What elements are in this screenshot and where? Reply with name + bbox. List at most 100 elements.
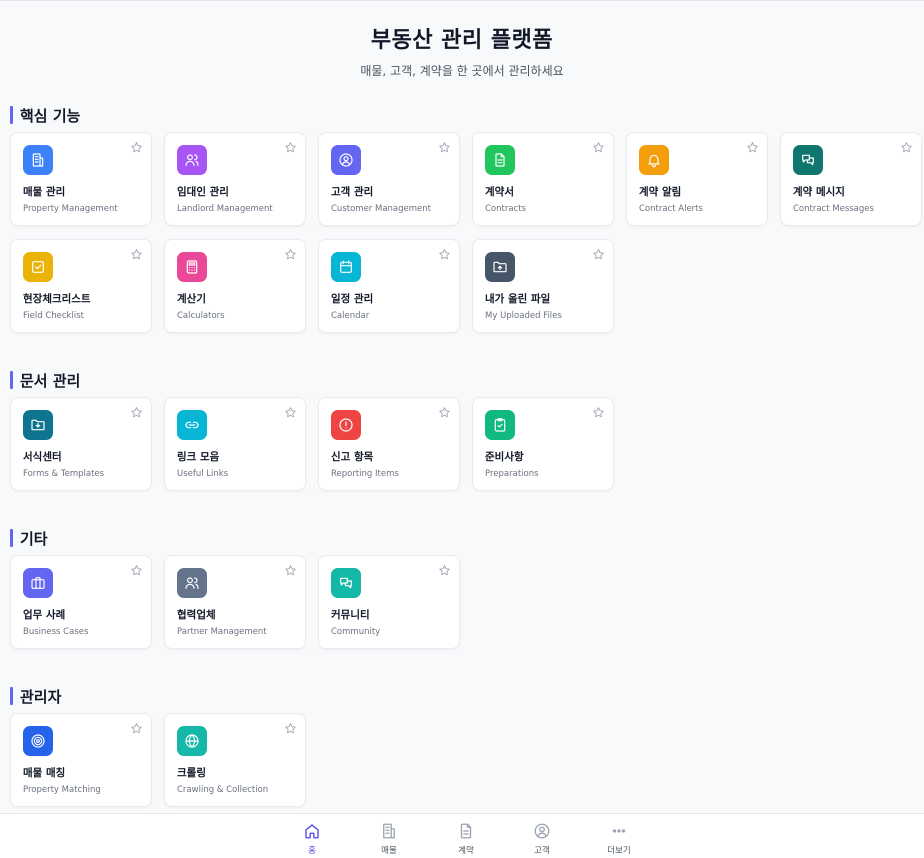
card-label: 고객 관리 — [331, 186, 374, 198]
card-grid: 업무 사례 Business Cases 협력업체 Partner Managemen… — [10, 555, 922, 649]
feature-card[interactable]: 계약 메시지 Contract Messages — [780, 132, 922, 226]
card-english-label: Reporting Items — [331, 469, 399, 479]
section-header: 기타 — [10, 529, 48, 548]
bottom-navigation: 홈 매물 계약 고객 더보기 — [0, 813, 924, 858]
section-accent-bar — [10, 371, 13, 389]
feature-card[interactable]: 임대인 관리 Landlord Management — [164, 132, 306, 226]
card-english-label: Contracts — [485, 204, 526, 214]
card-english-label: Forms & Templates — [23, 469, 105, 479]
feature-card[interactable]: 크롤링 Crawling & Collection — [164, 713, 306, 807]
card-label: 계산기 — [177, 293, 206, 305]
favorite-star-icon[interactable] — [592, 139, 605, 153]
nav-item-document[interactable]: 계약 — [441, 822, 491, 856]
card-label: 내가 올린 파일 — [485, 293, 551, 305]
section-title: 문서 관리 — [20, 371, 81, 390]
feature-card[interactable]: 매물 관리 Property Management — [10, 132, 152, 226]
favorite-star-icon[interactable] — [130, 562, 143, 576]
top-divider — [0, 0, 924, 1]
calendar-icon — [331, 252, 361, 282]
section-4: 관리자매물 매칭 Property Matching 크롤링 Crawling & C… — [10, 687, 306, 807]
feature-card[interactable]: 협력업체 Partner Management — [164, 555, 306, 649]
page-subtitle: 매물, 고객, 계약을 한 곳에서 관리하세요 — [360, 64, 564, 78]
card-label: 준비사항 — [485, 451, 524, 463]
nav-label: 매물 — [381, 846, 397, 856]
feature-card[interactable]: 고객 관리 Customer Management — [318, 132, 460, 226]
feature-card[interactable]: 신고 항목 Reporting Items — [318, 397, 460, 491]
section-title: 기타 — [20, 529, 48, 548]
card-label: 신고 항목 — [331, 451, 374, 463]
favorite-star-icon[interactable] — [438, 404, 451, 418]
feature-card[interactable]: 계약 알림 Contract Alerts — [626, 132, 768, 226]
card-label: 업무 사례 — [23, 609, 66, 621]
favorite-star-icon[interactable] — [130, 246, 143, 260]
nav-label: 더보기 — [607, 846, 631, 856]
feature-card[interactable]: 내가 올린 파일 My Uploaded Files — [472, 239, 614, 333]
favorite-star-icon[interactable] — [130, 139, 143, 153]
favorite-star-icon[interactable] — [284, 562, 297, 576]
card-grid: 매물 매칭 Property Matching 크롤링 Crawling & Coll… — [10, 713, 922, 807]
feature-card[interactable]: 계산기 Calculators — [164, 239, 306, 333]
favorite-star-icon[interactable] — [438, 562, 451, 576]
card-label: 링크 모음 — [177, 451, 220, 463]
favorite-star-icon[interactable] — [130, 720, 143, 734]
card-english-label: Calculators — [177, 311, 225, 321]
favorite-star-icon[interactable] — [284, 720, 297, 734]
document-icon — [485, 145, 515, 175]
favorite-star-icon[interactable] — [592, 404, 605, 418]
card-label: 계약 메시지 — [793, 186, 845, 198]
favorite-star-icon[interactable] — [284, 139, 297, 153]
calculator-icon — [177, 252, 207, 282]
user-circle-icon — [331, 145, 361, 175]
nav-label: 홈 — [308, 846, 316, 856]
building-icon — [23, 145, 53, 175]
section-header: 문서 관리 — [10, 371, 81, 390]
favorite-star-icon[interactable] — [746, 139, 759, 153]
favorite-star-icon[interactable] — [284, 246, 297, 260]
feature-card[interactable]: 업무 사례 Business Cases — [10, 555, 152, 649]
feature-card[interactable]: 계약서 Contracts — [472, 132, 614, 226]
favorite-star-icon[interactable] — [438, 139, 451, 153]
card-english-label: Preparations — [485, 469, 539, 479]
feature-card[interactable]: 링크 모음 Useful Links — [164, 397, 306, 491]
card-label: 임대인 관리 — [177, 186, 229, 198]
checkbox-icon — [23, 252, 53, 282]
card-label: 커뮤니티 — [331, 609, 370, 621]
favorite-star-icon[interactable] — [284, 404, 297, 418]
favorite-star-icon[interactable] — [130, 404, 143, 418]
card-english-label: My Uploaded Files — [485, 311, 562, 321]
card-english-label: Community — [331, 627, 381, 637]
nav-item-more[interactable]: 더보기 — [594, 822, 644, 856]
feature-card[interactable]: 현장체크리스트 Field Checklist — [10, 239, 152, 333]
feature-card[interactable]: 준비사항 Preparations — [472, 397, 614, 491]
nav-label: 계약 — [458, 846, 474, 856]
card-english-label: Crawling & Collection — [177, 785, 269, 795]
card-english-label: Contract Alerts — [639, 204, 703, 214]
nav-item-building[interactable]: 매물 — [364, 822, 414, 856]
page-title: 부동산 관리 플랫폼 — [370, 28, 554, 53]
favorite-star-icon[interactable] — [592, 246, 605, 260]
feature-card[interactable]: 커뮤니티 Community — [318, 555, 460, 649]
card-label: 계약 알림 — [639, 186, 682, 198]
folder-download-icon — [23, 410, 53, 440]
nav-item-home[interactable]: 홈 — [287, 822, 337, 856]
bell-icon — [639, 145, 669, 175]
globe-icon — [177, 726, 207, 756]
feature-card[interactable]: 일정 관리 Calendar — [318, 239, 460, 333]
section-accent-bar — [10, 687, 13, 705]
page-header: 부동산 관리 플랫폼 매물, 고객, 계약을 한 곳에서 관리하세요 — [0, 22, 924, 79]
card-label: 크롤링 — [177, 767, 206, 779]
card-english-label: Contract Messages — [793, 204, 874, 214]
favorite-star-icon[interactable] — [900, 139, 913, 153]
document-icon — [441, 822, 491, 840]
nav-item-user-circle[interactable]: 고객 — [517, 822, 567, 856]
favorite-star-icon[interactable] — [438, 246, 451, 260]
feature-card[interactable]: 서식센터 Forms & Templates — [10, 397, 152, 491]
section-title: 관리자 — [20, 687, 62, 706]
card-english-label: Calendar — [331, 311, 370, 321]
home-icon — [287, 822, 337, 840]
messages-icon — [331, 568, 361, 598]
section-header: 핵심 기능 — [10, 106, 80, 125]
feature-card[interactable]: 매물 매칭 Property Matching — [10, 713, 152, 807]
card-label: 현장체크리스트 — [23, 293, 91, 305]
card-english-label: Property Management — [23, 204, 118, 214]
